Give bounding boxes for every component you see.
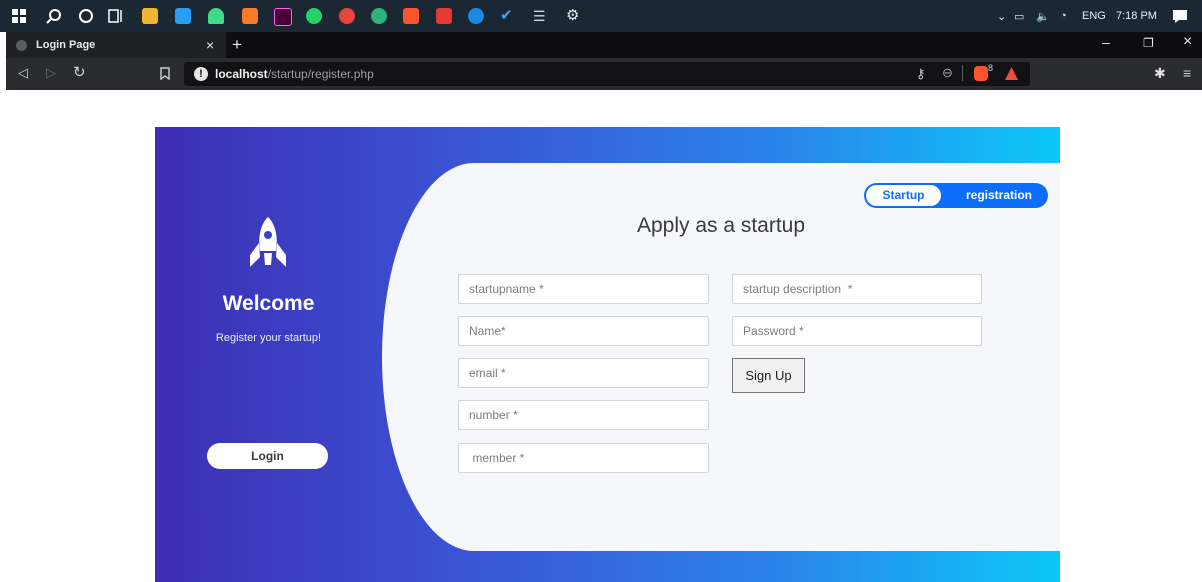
favicon-icon xyxy=(16,40,27,51)
search-icon[interactable] xyxy=(46,8,62,24)
email-input[interactable] xyxy=(458,358,709,388)
skype-icon[interactable] xyxy=(468,8,484,24)
brave-icon[interactable] xyxy=(403,8,419,24)
divider xyxy=(962,65,963,81)
url-path: /startup/register.php xyxy=(267,67,374,81)
tab-title: Login Page xyxy=(36,39,96,51)
forward-icon[interactable]: ▷ xyxy=(46,65,56,81)
file-explorer-icon[interactable] xyxy=(142,8,158,24)
chevron-up-icon[interactable]: ⌄ xyxy=(997,10,1006,23)
battery-icon[interactable]: ▭ xyxy=(1014,10,1024,23)
address-bar[interactable]: ! localhost/startup/register.php ⚷ ⊖ 8 xyxy=(184,62,1030,86)
tab-close-icon[interactable]: × xyxy=(206,37,214,53)
new-tab-icon[interactable]: + xyxy=(232,35,242,55)
wifi-icon[interactable]: ◔ xyxy=(1060,10,1067,22)
settings-icon[interactable]: ⚙ xyxy=(566,8,582,24)
adobe-xd-icon[interactable] xyxy=(274,8,292,26)
url-host: localhost xyxy=(215,67,268,81)
app-icon[interactable] xyxy=(436,8,452,24)
bookmark-icon[interactable] xyxy=(160,67,170,80)
name-input[interactable] xyxy=(458,316,709,346)
number-input[interactable] xyxy=(458,400,709,430)
back-icon[interactable]: ◁ xyxy=(18,65,28,81)
windows-start-icon[interactable] xyxy=(12,9,26,23)
app-icon[interactable] xyxy=(371,8,387,24)
toggle-registration[interactable]: registration xyxy=(952,185,1046,206)
app-icon[interactable]: ☰ xyxy=(533,8,549,24)
key-icon[interactable]: ⚷ xyxy=(916,66,926,82)
brave-shields-icon[interactable] xyxy=(974,66,988,81)
os-taskbar: ✔ ☰ ⚙ ⌄ ▭ 🔈 ◔ ENG 7:18 PM xyxy=(0,0,1202,32)
restore-icon[interactable]: ❐ xyxy=(1143,36,1154,50)
whatsapp-icon[interactable] xyxy=(306,8,322,24)
brave-rewards-icon[interactable] xyxy=(1004,66,1019,81)
reload-icon[interactable]: ↻ xyxy=(73,63,86,81)
chrome-icon[interactable] xyxy=(339,8,355,24)
extensions-icon[interactable]: ✱ xyxy=(1154,65,1166,82)
info-icon[interactable]: ! xyxy=(194,67,208,81)
minimize-icon[interactable]: – xyxy=(1102,34,1110,50)
zoom-icon[interactable]: ⊖ xyxy=(942,65,953,81)
clock[interactable]: 7:18 PM xyxy=(1116,10,1157,22)
url-text[interactable]: localhost/startup/register.php xyxy=(215,67,374,81)
shields-count-badge: 8 xyxy=(988,63,994,73)
close-window-icon[interactable]: × xyxy=(1183,33,1192,51)
todo-icon[interactable]: ✔ xyxy=(500,8,516,24)
password-input[interactable] xyxy=(732,316,982,346)
login-button[interactable]: Login xyxy=(207,443,328,469)
volume-icon[interactable]: 🔈 xyxy=(1036,10,1050,23)
notification-icon[interactable] xyxy=(1172,9,1188,23)
sign-up-button[interactable]: Sign Up xyxy=(732,358,805,393)
cortana-icon[interactable] xyxy=(78,8,94,24)
android-studio-icon[interactable] xyxy=(208,8,224,24)
welcome-subtitle: Register your startup! xyxy=(215,332,322,344)
startupname-input[interactable] xyxy=(458,274,709,304)
form-title: Apply as a startup xyxy=(636,214,806,237)
rocket-icon xyxy=(250,217,286,267)
xampp-icon[interactable] xyxy=(242,8,258,24)
task-view-icon[interactable] xyxy=(108,8,124,24)
vscode-icon[interactable] xyxy=(175,8,191,24)
startup-description-input[interactable] xyxy=(732,274,982,304)
welcome-title: Welcome xyxy=(222,292,315,315)
browser-tab[interactable]: Login Page × xyxy=(6,32,226,58)
language-indicator[interactable]: ENG xyxy=(1082,10,1106,22)
member-input[interactable] xyxy=(458,443,709,473)
menu-icon[interactable]: ≡ xyxy=(1183,65,1191,81)
toggle-startup[interactable]: Startup xyxy=(866,185,941,206)
